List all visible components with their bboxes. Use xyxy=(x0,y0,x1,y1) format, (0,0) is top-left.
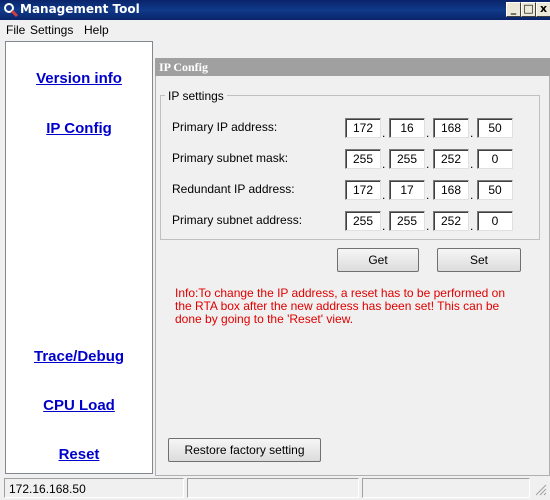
dot-separator: . xyxy=(426,188,430,202)
group-title: IP settings xyxy=(165,89,227,103)
sidebar: Version info IP Config Trace/Debug CPU L… xyxy=(5,41,153,474)
redundant-ip-octet-3[interactable] xyxy=(433,180,469,200)
primary-ip-octet-4[interactable] xyxy=(477,118,513,138)
dot-separator: . xyxy=(382,157,386,171)
dot-separator: . xyxy=(470,126,474,140)
info-message: Info:To change the IP address, a reset h… xyxy=(175,286,505,326)
title-bar[interactable]: Management Tool _ □ x xyxy=(0,0,550,20)
primary-subnet-mask-label: Primary subnet mask: xyxy=(172,151,289,165)
close-button[interactable]: x xyxy=(536,2,550,17)
subnet-address-octet-4[interactable] xyxy=(477,211,513,231)
dot-separator: . xyxy=(426,157,430,171)
restore-factory-button[interactable]: Restore factory setting xyxy=(168,438,321,462)
subnet-mask-octet-3[interactable] xyxy=(433,149,469,169)
primary-ip-octet-3[interactable] xyxy=(433,118,469,138)
redundant-ip-octet-2[interactable] xyxy=(389,180,425,200)
dot-separator: . xyxy=(382,126,386,140)
wrench-magnifier-icon xyxy=(4,3,19,18)
panel-title: IP Config xyxy=(155,58,550,76)
set-button[interactable]: Set xyxy=(437,248,521,272)
redundant-ip-octet-4[interactable] xyxy=(477,180,513,200)
redundant-ip-label: Redundant IP address: xyxy=(172,182,295,196)
minimize-button[interactable]: _ xyxy=(506,2,521,17)
dot-separator: . xyxy=(470,188,474,202)
sidebar-item-reset[interactable]: Reset xyxy=(6,446,152,463)
primary-ip-octet-2[interactable] xyxy=(389,118,425,138)
resize-grip-icon[interactable] xyxy=(533,482,547,496)
primary-ip-octet-1[interactable] xyxy=(345,118,381,138)
status-pane-2 xyxy=(187,478,359,498)
subnet-address-octet-3[interactable] xyxy=(433,211,469,231)
menu-settings[interactable]: Settings xyxy=(30,23,73,37)
subnet-address-octet-2[interactable] xyxy=(389,211,425,231)
dot-separator: . xyxy=(470,157,474,171)
dot-separator: . xyxy=(426,126,430,140)
primary-subnet-address-label: Primary subnet address: xyxy=(172,213,303,227)
sidebar-item-trace-debug[interactable]: Trace/Debug xyxy=(6,348,152,365)
redundant-ip-octet-1[interactable] xyxy=(345,180,381,200)
dot-separator: . xyxy=(426,219,430,233)
maximize-button[interactable]: □ xyxy=(521,2,536,17)
main-window: Management Tool _ □ x File Settings Help… xyxy=(0,0,550,500)
subnet-mask-octet-4[interactable] xyxy=(477,149,513,169)
status-bar: 172.16.168.50 xyxy=(0,476,550,500)
primary-ip-label: Primary IP address: xyxy=(172,120,278,134)
sidebar-item-version-info[interactable]: Version info xyxy=(6,70,152,87)
dot-separator: . xyxy=(382,188,386,202)
status-pane-3 xyxy=(362,478,530,498)
get-button[interactable]: Get xyxy=(337,248,419,272)
subnet-mask-octet-2[interactable] xyxy=(389,149,425,169)
status-ip: 172.16.168.50 xyxy=(4,478,184,498)
sidebar-item-ip-config[interactable]: IP Config xyxy=(6,120,152,137)
dot-separator: . xyxy=(382,219,386,233)
menu-file[interactable]: File xyxy=(6,23,25,37)
menu-help[interactable]: Help xyxy=(84,23,109,37)
subnet-mask-octet-1[interactable] xyxy=(345,149,381,169)
window-title: Management Tool xyxy=(20,2,140,16)
sidebar-item-cpu-load[interactable]: CPU Load xyxy=(6,397,152,414)
menu-bar: File Settings Help xyxy=(0,20,550,40)
subnet-address-octet-1[interactable] xyxy=(345,211,381,231)
dot-separator: . xyxy=(470,219,474,233)
